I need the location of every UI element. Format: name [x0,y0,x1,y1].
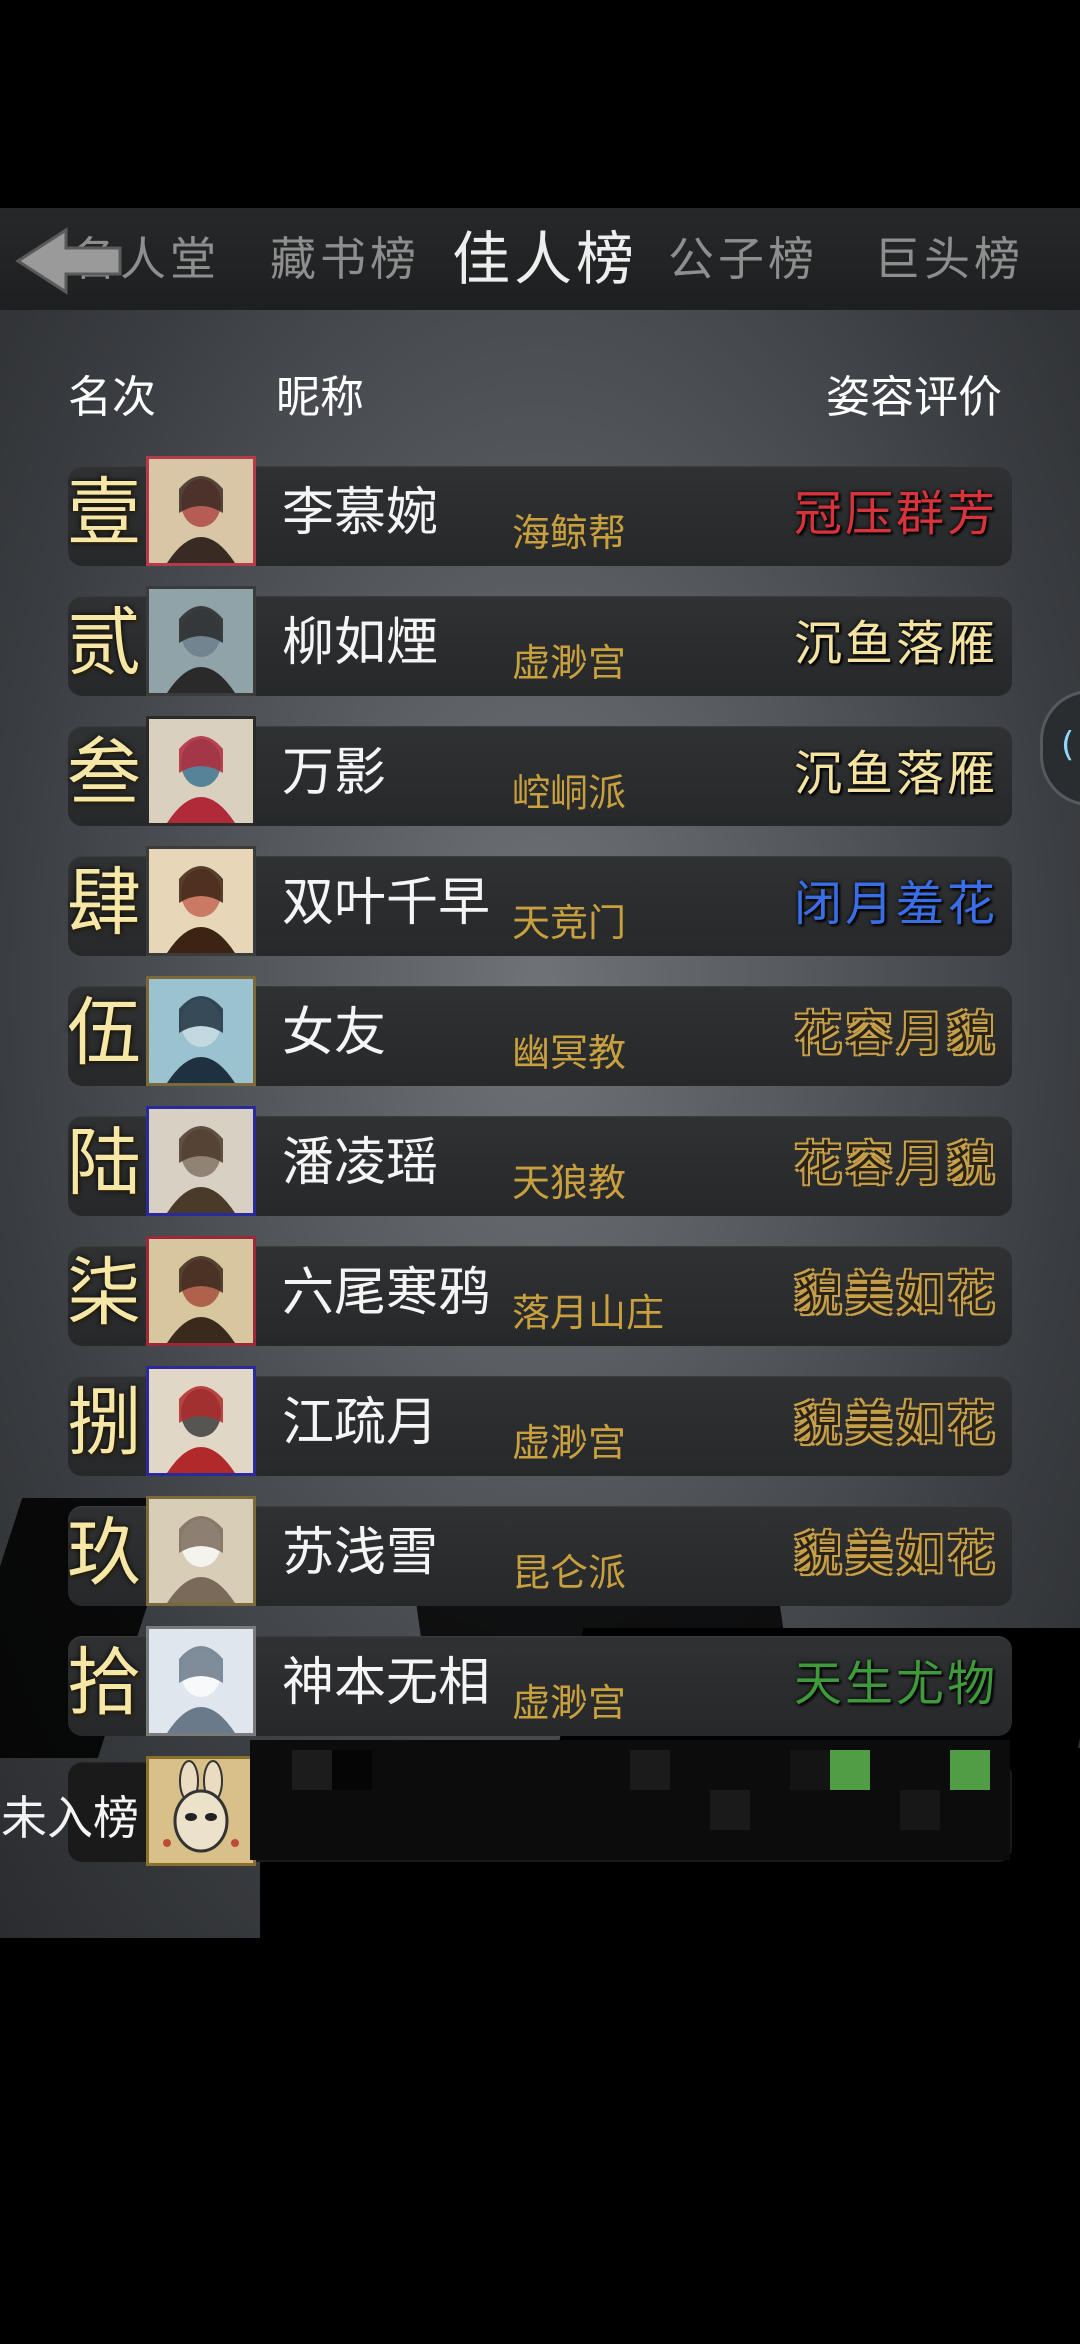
player-nickname: 神本无相 [282,1653,491,1713]
beauty-rating: 冠压群芳 [793,486,998,542]
tab-library-ranking[interactable]: 藏书榜 [270,208,420,310]
rank-number: 捌 [67,1380,141,1466]
beauty-rating: 貌美如花 [793,1266,998,1322]
rank-number: 贰 [67,600,141,686]
player-avatar[interactable] [146,1236,256,1346]
player-avatar[interactable] [146,456,256,566]
player-faction: 虚渺宫 [512,641,627,685]
censored-mosaic [250,1740,1010,1860]
player-nickname: 万影 [282,743,387,803]
tab-tycoon-ranking[interactable]: 巨头榜 [874,208,1024,310]
player-faction: 落月山庄 [512,1291,665,1335]
portrait-avatar [149,979,253,1083]
rank-number: 陆 [67,1120,141,1206]
player-avatar[interactable] [146,1366,256,1476]
header-rank: 名次 [68,372,156,423]
header-nickname: 昵称 [276,372,364,423]
player-faction: 虚渺宫 [512,1681,627,1725]
player-nickname: 双叶千早 [282,873,491,933]
portrait-avatar [149,1629,253,1733]
player-avatar[interactable] [146,1496,256,1606]
player-nickname: 六尾寒鸦 [282,1263,491,1323]
portrait-avatar [149,1499,253,1603]
rank-number: 壹 [67,470,141,556]
self-rank-label: 未入榜 [1,1791,139,1845]
player-avatar[interactable] [146,1106,256,1216]
beauty-rating: 沉鱼落雁 [793,616,998,672]
beauty-rating: 天生尤物 [793,1656,998,1712]
rank-number: 叁 [67,730,141,816]
player-nickname: 女友 [282,1003,387,1063]
beauty-rating: 貌美如花 [793,1396,998,1452]
back-arrow-icon [15,227,122,295]
back-button[interactable] [14,226,124,296]
beauty-rating: 貌美如花 [793,1526,998,1582]
player-avatar[interactable] [146,846,256,956]
beauty-rating: 花容月貌 [793,1136,998,1192]
portrait-avatar [149,1369,253,1473]
tab-beauty-ranking[interactable]: 佳人榜 [452,208,638,310]
player-nickname: 江疏月 [282,1393,439,1453]
player-faction: 天竞门 [512,901,627,945]
self-avatar[interactable] [146,1756,256,1866]
rank-number: 玖 [67,1510,141,1596]
rank-number: 柒 [67,1250,141,1336]
player-nickname: 潘凌瑶 [282,1133,439,1193]
player-faction: 海鲸帮 [512,511,627,555]
tab-gentleman-ranking[interactable]: 公子榜 [668,208,818,310]
rank-number: 肆 [67,860,141,946]
portrait-avatar [149,1109,253,1213]
player-avatar[interactable] [146,586,256,696]
portrait-avatar [149,589,253,693]
player-avatar[interactable] [146,716,256,826]
rabbit-mask-avatar [149,1759,253,1863]
player-faction: 虚渺宫 [512,1421,627,1465]
beauty-rating: 沉鱼落雁 [793,746,998,802]
player-faction: 崆峒派 [512,771,627,815]
beauty-rating: 闭月羞花 [793,876,998,932]
portrait-avatar [149,719,253,823]
player-nickname: 苏浅雪 [282,1523,439,1583]
player-faction: 天狼教 [512,1161,627,1205]
player-faction: 幽冥教 [512,1031,627,1075]
rank-number: 拾 [67,1640,141,1726]
player-nickname: 柳如煙 [282,613,439,673]
player-nickname: 李慕婉 [282,483,439,543]
portrait-avatar [149,849,253,953]
portrait-avatar [149,459,253,563]
portrait-avatar [149,1239,253,1343]
player-faction: 昆仑派 [512,1551,627,1595]
rank-number: 伍 [67,990,141,1076]
beauty-rating: 花容月貌 [793,1006,998,1062]
side-panel-handle-icon: ( [1061,725,1075,765]
screen: 名人堂 藏书榜 佳人榜 公子榜 巨头榜 名次 昵称 姿容评价 壹 李慕婉 海鲸帮… [0,0,1080,2344]
player-avatar[interactable] [146,976,256,1086]
player-avatar[interactable] [146,1626,256,1736]
header-rating: 姿容评价 [826,372,1002,423]
